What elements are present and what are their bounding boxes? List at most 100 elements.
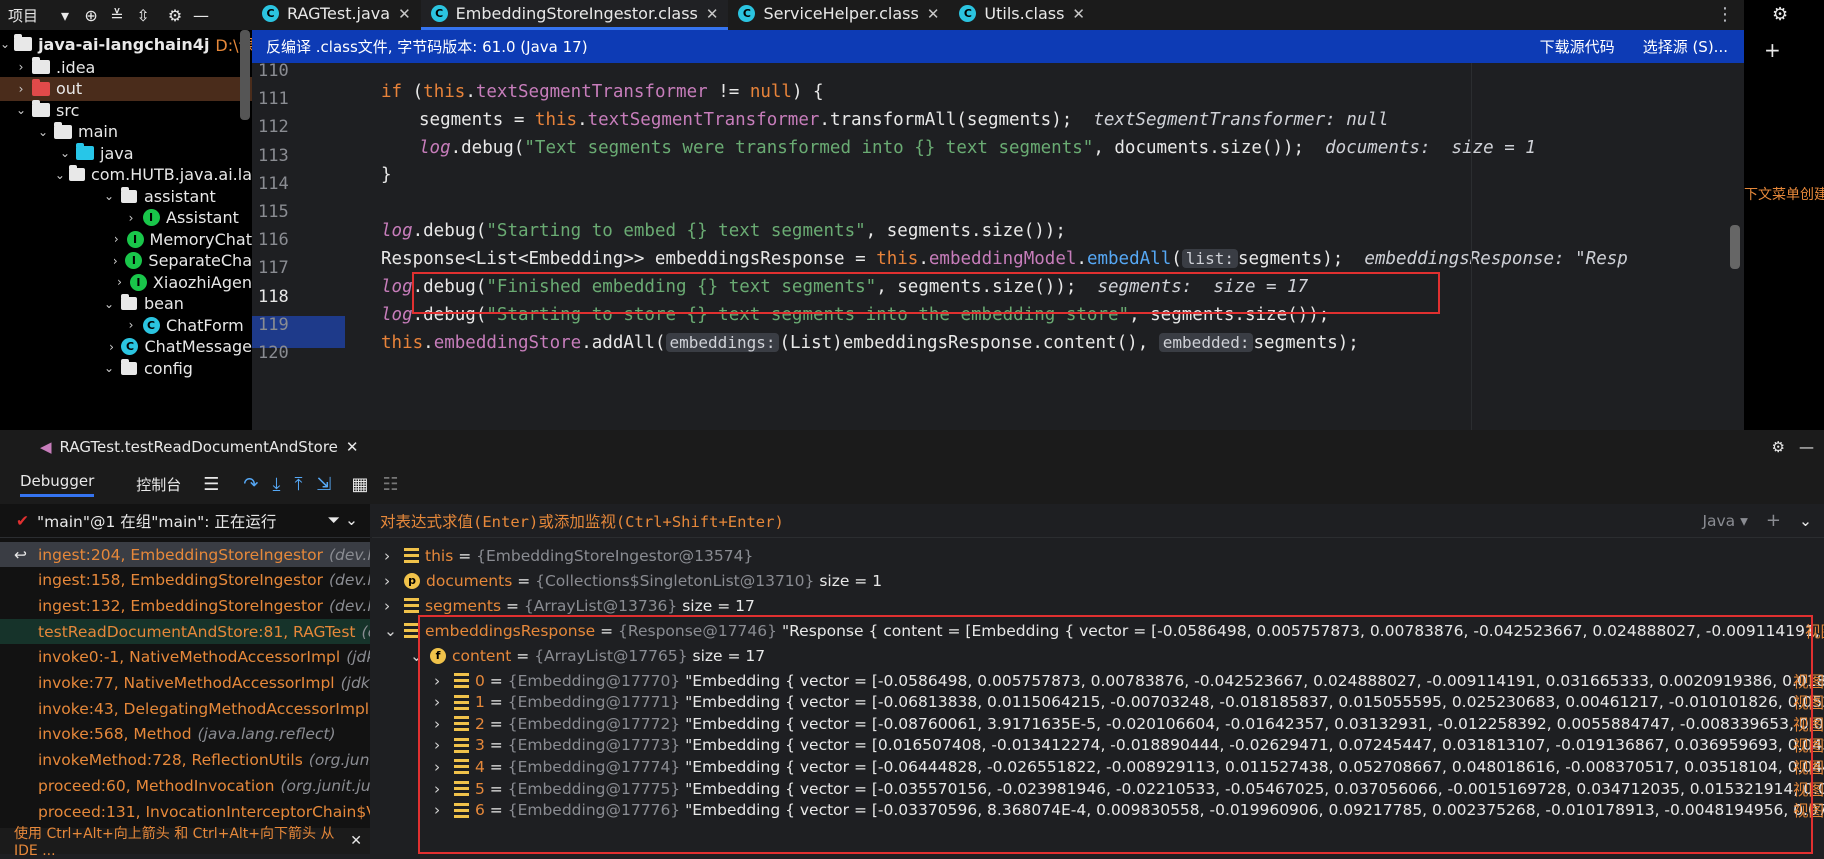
stack-frame[interactable]: proceed:131, InvocationInterceptorChain$… (0, 799, 370, 824)
tree-item[interactable]: › C ChatMessage (0, 335, 252, 359)
variable-row[interactable]: › this = {EmbeddingStoreIngestor@13574} (384, 543, 758, 568)
expand-all-icon[interactable]: ≚ (104, 2, 130, 28)
download-sources-link[interactable]: 下载源代码 (1540, 36, 1615, 57)
code-editor[interactable]: if (this.textSegmentTransformer != null)… (345, 63, 1744, 430)
tab-ragtest[interactable]: C RAGTest.java ✕ (252, 0, 421, 30)
run-to-cursor-icon[interactable]: ⇲ (316, 474, 331, 495)
expand-icon[interactable]: › (384, 547, 404, 565)
minimize-icon[interactable]: — (188, 2, 214, 28)
chevron-down-icon[interactable]: ▾ (52, 2, 78, 28)
stack-frame[interactable]: invoke:43, DelegatingMethodAccessorImpl(… (0, 696, 370, 721)
tree-root[interactable]: ⌄ java-ai-langchain4j D:\课程资 (0, 32, 252, 56)
close-icon[interactable]: ✕ (398, 5, 411, 23)
tab-embeddingstoreingestor[interactable]: C EmbeddingStoreIngestor.class ✕ (420, 0, 729, 30)
close-icon[interactable]: ✕ (346, 438, 359, 456)
editor-scrollbar[interactable] (1730, 225, 1740, 269)
collapse-all-icon[interactable]: ⇳ (130, 2, 156, 28)
gear-icon[interactable]: ⚙ (1772, 4, 1788, 25)
chevron-icon[interactable]: ⌄ (58, 146, 72, 160)
line-number[interactable]: 115 (258, 196, 318, 228)
line-number[interactable]: 110 (258, 55, 318, 87)
chevron-icon[interactable]: ⌄ (14, 103, 28, 117)
filter-icon[interactable]: ⏷ ⌄ (328, 511, 358, 530)
line-number[interactable]: 118 (258, 281, 318, 313)
step-out-icon[interactable]: ⤒ (294, 474, 302, 495)
language-select[interactable]: Java ▾ (1702, 512, 1747, 530)
tree-item[interactable]: › I SeparateCha (0, 249, 252, 273)
tree-item[interactable]: ⌄ config (0, 356, 252, 380)
variable-row[interactable]: › p documents = {Collections$SingletonList… (384, 568, 882, 593)
expand-icon[interactable]: › (384, 572, 404, 590)
more-tabs-icon[interactable]: ⋮ (1716, 0, 1734, 30)
tree-item[interactable]: › .idea (0, 55, 252, 79)
tree-item[interactable]: › out (0, 76, 252, 101)
chevron-icon[interactable]: ⌄ (55, 168, 65, 182)
debug-session-tab[interactable]: RAGTest.testReadDocumentAndStore (60, 438, 338, 456)
evaluate-icon[interactable]: ▦ (352, 474, 369, 495)
chevron-icon[interactable]: › (14, 60, 28, 74)
line-number[interactable]: 116 (258, 224, 318, 256)
tree-item[interactable]: › C ChatForm (0, 313, 252, 337)
eval-bar[interactable]: 对表达式求值(Enter)或添加监视(Ctrl+Shift+Enter) Jav… (372, 504, 1824, 538)
close-icon[interactable]: ✕ (927, 5, 940, 23)
chevron-icon[interactable]: › (113, 275, 126, 289)
line-number[interactable]: 120 (258, 337, 318, 369)
chevron-icon[interactable]: › (110, 232, 122, 246)
stack-frame[interactable]: ingest:132, EmbeddingStoreIngestor (dev.l… (0, 593, 370, 618)
stack-frame[interactable]: ↩ ingest:204, EmbeddingStoreIngestor (dev.… (0, 542, 370, 567)
tab-debugger[interactable]: Debugger (20, 472, 95, 497)
add-watch-icon[interactable]: + (1766, 510, 1781, 531)
project-scrollbar[interactable] (240, 30, 250, 120)
chevron-icon[interactable]: ⌄ (36, 125, 50, 139)
layout-icon[interactable]: ☰ (203, 474, 219, 495)
close-icon[interactable]: ✕ (706, 5, 719, 23)
minimize-icon[interactable]: — (1799, 438, 1814, 456)
stack-frame[interactable]: testReadDocumentAndStore:81, RAGTest (co (0, 619, 370, 645)
choose-source-link[interactable]: 选择源 (S)... (1643, 36, 1728, 57)
chevron-down-icon[interactable]: ⌄ (0, 37, 10, 51)
line-number[interactable]: 114 (258, 168, 318, 200)
eval-input[interactable]: 对表达式求值(Enter)或添加监视(Ctrl+Shift+Enter) (380, 510, 784, 532)
add-icon[interactable]: + (1764, 38, 1781, 62)
close-icon[interactable]: ✕ (350, 833, 362, 849)
line-number[interactable]: 119 (258, 309, 318, 341)
stack-frame[interactable]: ingest:158, EmbeddingStoreIngestor (dev.l… (0, 568, 370, 593)
tree-item[interactable]: ⌄ main (0, 120, 252, 144)
tree-item[interactable]: › I Assistant (0, 206, 252, 230)
close-icon[interactable]: ✕ (1072, 5, 1085, 23)
step-over-icon[interactable]: ↷ (243, 474, 258, 495)
tree-item[interactable]: ⌄ src (0, 98, 252, 122)
line-number[interactable]: 113 (258, 140, 318, 172)
expand-icon[interactable]: ⌄ (384, 622, 404, 640)
line-number[interactable]: 111 (258, 83, 318, 115)
trace-icon[interactable]: ☷ (383, 474, 399, 495)
tree-item[interactable]: › I XiaozhiAgen (0, 270, 252, 294)
gear-icon[interactable]: ⚙ (162, 2, 188, 28)
line-number[interactable]: 117 (258, 252, 318, 284)
chevron-icon[interactable]: › (124, 318, 138, 332)
thread-selector[interactable]: ✔ "main"@1 在组"main": 正在运行 ⏷ ⌄ (0, 504, 370, 538)
line-number[interactable]: 112 (258, 111, 318, 143)
tree-item[interactable]: ⌄ assistant (0, 184, 252, 208)
chevron-icon[interactable]: › (106, 340, 118, 354)
chevron-icon[interactable]: › (124, 211, 138, 225)
step-into-icon[interactable]: ⤓ (273, 474, 281, 495)
stack-frame[interactable]: proceed:60, MethodInvocation (org.junit.j… (0, 773, 370, 798)
stack-frame[interactable]: invoke:77, NativeMethodAccessorImpl (jdk.… (0, 671, 370, 696)
stack-frame[interactable]: invoke:568, Method (java.lang.reflect) (0, 722, 370, 747)
chevron-icon[interactable]: ⌄ (102, 361, 116, 375)
tab-utils[interactable]: C Utils.class ✕ (949, 0, 1095, 30)
tree-item[interactable]: › I MemoryChat (0, 227, 252, 251)
gear-icon[interactable]: ⚙ (1772, 438, 1785, 456)
tab-servicehelper[interactable]: C ServiceHelper.class ✕ (728, 0, 949, 30)
locate-icon[interactable]: ⊕ (78, 2, 104, 28)
stack-frame[interactable]: invokeMethod:728, ReflectionUtils (org.ju… (0, 748, 370, 773)
chevron-icon[interactable]: › (14, 82, 28, 96)
tree-item[interactable]: ⌄ java (0, 141, 252, 165)
tab-console[interactable]: 控制台 (136, 474, 181, 495)
chevron-down-icon[interactable]: ⌄ (1799, 512, 1812, 530)
chevron-icon[interactable]: ⌄ (102, 189, 116, 203)
project-view-label[interactable]: 项目 (8, 5, 38, 26)
chevron-icon[interactable]: › (109, 254, 121, 268)
tree-item[interactable]: ⌄ bean (0, 292, 252, 316)
